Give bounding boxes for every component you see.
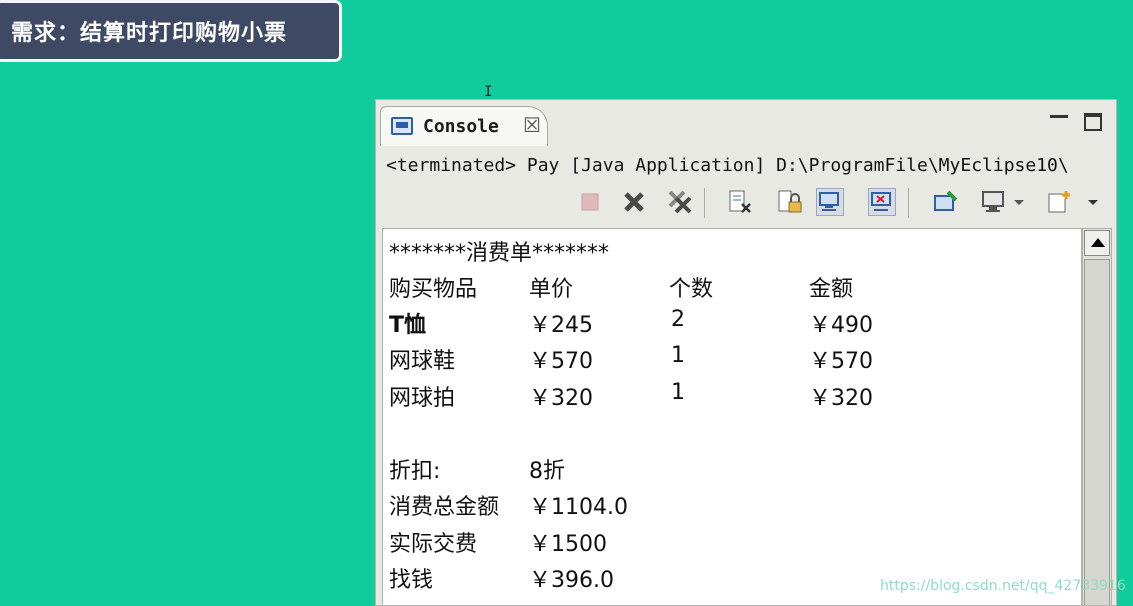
quantity: 1 xyxy=(671,380,685,405)
maximize-icon[interactable] xyxy=(1084,113,1102,131)
toolbar-separator xyxy=(908,188,909,218)
display-console-icon[interactable] xyxy=(980,188,1008,216)
summary-value: ￥1500 xyxy=(529,532,607,557)
scroll-thumb[interactable] xyxy=(1084,259,1110,605)
column-header: 购买物品 xyxy=(389,277,478,302)
summary-label: 消费总金额 xyxy=(389,495,500,520)
text-cursor-icon: I xyxy=(484,84,493,100)
chevron-down-icon[interactable] xyxy=(1086,188,1100,216)
remove-all-terminated-icon[interactable] xyxy=(666,188,694,216)
item-name: T恤 xyxy=(389,313,427,338)
unit-price: ￥320 xyxy=(529,386,593,411)
summary-label: 实际交费 xyxy=(389,532,478,557)
minimize-icon[interactable] xyxy=(1050,108,1068,118)
quantity: 1 xyxy=(671,343,685,368)
console-toolbar xyxy=(576,184,1116,220)
chevron-down-icon[interactable] xyxy=(1012,188,1026,216)
tab-console[interactable]: Console ☒ xyxy=(380,106,548,146)
summary-value: ￥1104.0 xyxy=(529,495,628,520)
console-view: Console ☒ <terminated> Pay [Java Applica… xyxy=(375,99,1117,606)
close-icon[interactable]: ☒ xyxy=(523,114,541,136)
toolbar-separator xyxy=(704,188,705,218)
column-header: 个数 xyxy=(669,277,714,302)
clear-console-icon[interactable] xyxy=(726,188,754,216)
title-banner: 需求：结算时打印购物小票 xyxy=(0,0,342,62)
watermark: https://blog.csdn.net/qq_42733916 xyxy=(880,578,1126,594)
pin-console-icon[interactable] xyxy=(932,188,960,216)
summary-value: 8折 xyxy=(529,459,565,484)
open-console-icon[interactable] xyxy=(1046,188,1074,216)
item-name: 网球拍 xyxy=(389,386,456,411)
summary-label: 折扣: xyxy=(389,459,441,484)
banner-title: 需求：结算时打印购物小票 xyxy=(11,21,288,46)
console-output[interactable]: *******消费单******* 购买物品 单价 个数 金额 T恤 ￥245 … xyxy=(382,228,1082,605)
show-on-stderr-icon[interactable] xyxy=(868,188,896,216)
terminate-icon[interactable] xyxy=(576,188,604,216)
scroll-lock-icon[interactable] xyxy=(776,188,804,216)
summary-value: ￥396.0 xyxy=(529,568,614,593)
quantity: 2 xyxy=(671,307,685,332)
remove-launch-icon[interactable] xyxy=(620,188,648,216)
console-icon xyxy=(391,117,413,135)
scroll-up-icon[interactable] xyxy=(1084,230,1110,256)
column-header: 金额 xyxy=(809,277,854,302)
output-header-line: *******消费单******* xyxy=(389,241,610,266)
console-status: <terminated> Pay [Java Application] D:\P… xyxy=(386,155,1069,176)
amount: ￥320 xyxy=(809,386,873,411)
amount: ￥490 xyxy=(809,313,873,338)
unit-price: ￥245 xyxy=(529,313,593,338)
unit-price: ￥570 xyxy=(529,349,593,374)
show-on-stdout-icon[interactable] xyxy=(816,188,844,216)
tab-console-label: Console xyxy=(423,116,499,137)
vertical-scrollbar[interactable] xyxy=(1082,228,1112,605)
item-name: 网球鞋 xyxy=(389,349,456,374)
amount: ￥570 xyxy=(809,349,873,374)
summary-label: 找钱 xyxy=(389,568,434,593)
column-header: 单价 xyxy=(529,277,574,302)
